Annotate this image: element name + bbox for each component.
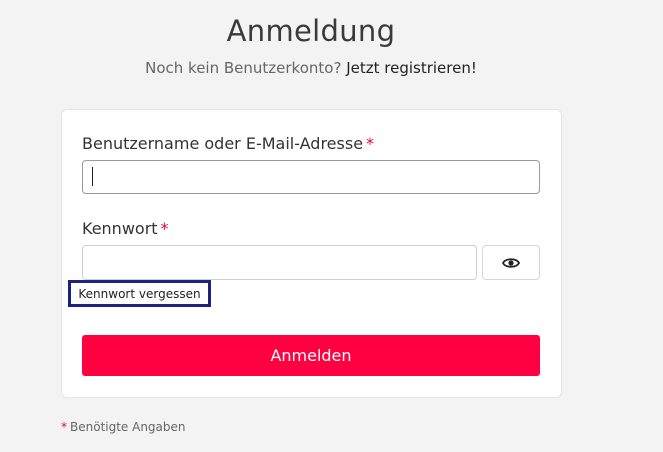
username-label: Benutzername oder E-Mail-Adresse * <box>82 134 374 153</box>
forgot-password-link[interactable]: Kennwort vergessen <box>68 280 211 307</box>
required-marker: * <box>160 219 169 238</box>
username-label-text: Benutzername oder E-Mail-Adresse <box>82 134 364 153</box>
required-note-text: Benötigte Angaben <box>70 420 186 434</box>
eye-icon <box>502 257 520 268</box>
password-label-text: Kennwort <box>82 219 158 238</box>
toggle-password-button[interactable] <box>482 245 540 280</box>
register-link[interactable]: Jetzt registrieren! <box>346 59 477 77</box>
password-label: Kennwort * <box>82 219 169 238</box>
register-prompt: Noch kein Benutzerkonto? Jetzt registrie… <box>0 59 622 77</box>
login-card: Benutzername oder E-Mail-Adresse * Kennwo… <box>61 109 562 398</box>
username-input[interactable] <box>82 160 540 194</box>
text-caret <box>92 167 93 186</box>
password-input[interactable] <box>82 245 477 280</box>
login-button[interactable]: Anmelden <box>82 335 540 376</box>
register-prompt-text: Noch kein Benutzerkonto? <box>145 59 342 77</box>
required-note: * Benötigte Angaben <box>61 420 186 434</box>
required-marker: * <box>61 420 67 434</box>
required-marker: * <box>366 134 375 153</box>
page-title: Anmeldung <box>226 14 396 48</box>
